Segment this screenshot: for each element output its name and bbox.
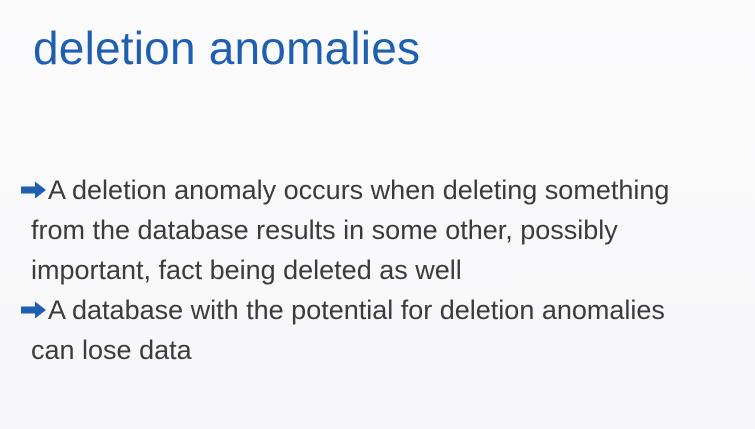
bullet-text: A database with the potential for deleti… bbox=[48, 295, 665, 325]
bullet-line: important, fact being deleted as well bbox=[31, 255, 462, 285]
bullet-list: A deletion anomaly occurs when deleting … bbox=[20, 170, 745, 370]
bullet-text: A deletion anomaly occurs when deleting … bbox=[48, 175, 670, 205]
bullet-line: A database with the potential for deleti… bbox=[20, 290, 745, 330]
right-arrow-icon bbox=[20, 180, 47, 200]
bullet-line: from the database results in some other,… bbox=[31, 215, 618, 245]
bullet-item-1: A deletion anomaly occurs when deleting … bbox=[20, 170, 745, 290]
slide: deletion anomalies A deletion anomaly oc… bbox=[0, 0, 755, 429]
slide-title: deletion anomalies bbox=[33, 22, 421, 74]
bullet-line: can lose data bbox=[31, 335, 192, 365]
bullet-item-2: A database with the potential for deleti… bbox=[20, 290, 745, 370]
bullet-line: A deletion anomaly occurs when deleting … bbox=[20, 170, 745, 210]
right-arrow-icon bbox=[20, 300, 47, 320]
